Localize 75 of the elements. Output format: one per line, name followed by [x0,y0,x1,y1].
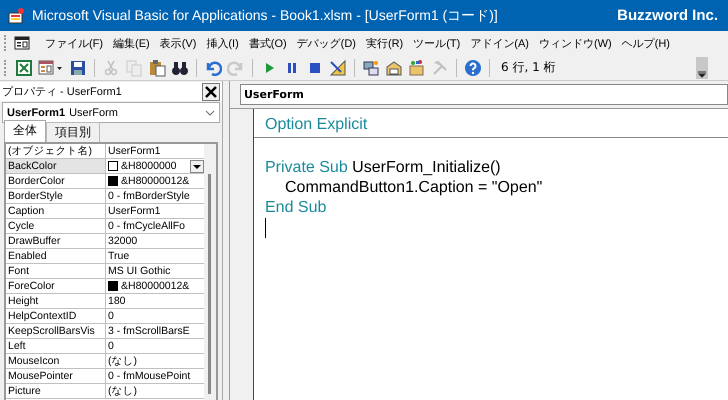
property-name[interactable]: MousePointer [6,369,106,383]
menu-item[interactable]: アドイン(A) [465,36,534,50]
property-value[interactable]: 0 - fmCycleAllFo [108,219,186,233]
excel-icon[interactable] [15,58,33,76]
property-value[interactable]: True [108,249,130,263]
tab[interactable]: 全体 [4,120,46,142]
grip-handle [4,35,8,51]
window-icon[interactable] [14,36,30,50]
property-value[interactable]: 0 - fmBorderStyle [108,189,190,203]
window-title: Microsoft Visual Basic for Applications - Book1.xlsm - [UserForm1 (コード)] [32,6,499,24]
property-value[interactable]: (なし) [108,354,137,368]
menu-item[interactable]: ファイル(F) [40,36,108,50]
property-name[interactable]: HelpContextID [6,309,106,323]
property-name[interactable]: Cycle [6,219,106,233]
dropdown-button[interactable] [190,160,204,172]
property-name[interactable]: Left [6,339,106,353]
property-value[interactable]: 32000 [108,234,138,248]
undo-icon[interactable] [204,58,222,76]
menu-item[interactable]: ヘルプ(H) [616,36,675,50]
property-value[interactable]: 0 - fmMousePoint [108,369,190,383]
property-name[interactable]: DrawBuffer [6,234,106,248]
brand-name: Buzzword Inc. [617,7,718,24]
property-name[interactable]: Font [6,264,106,278]
menu-item[interactable]: 表示(V) [154,36,202,50]
toolbar-options-icon[interactable] [696,56,708,78]
code-line: Private Sub UserForm_Initialize() [264,158,502,178]
code-line: CommandButton1.Caption = "Open" [284,178,544,198]
objects-icon[interactable] [408,58,426,76]
app-icon [8,6,26,24]
property-value[interactable]: &H80000012& [121,174,190,188]
property-name[interactable]: BackColor [6,159,106,173]
menu-item[interactable]: ウィンドウ(W) [534,36,617,50]
property-name[interactable]: (オブジェクト名) [6,144,106,158]
ruler-icon[interactable] [329,58,347,76]
property-value[interactable]: 0 [108,339,114,353]
code-line: End Sub [264,198,328,218]
property-name[interactable]: BorderStyle [6,189,106,203]
chevron-icon[interactable] [205,110,215,116]
menu-item[interactable]: 挿入(I) [201,36,244,50]
menu-item[interactable]: 編集(E) [108,36,155,50]
cursor-position: 6 行, 1 桁 [500,59,557,76]
code-line: Option Explicit [264,115,368,135]
form-icon[interactable] [38,58,64,76]
help-icon[interactable] [464,58,482,76]
property-name[interactable]: KeepScrollBarsVis [6,324,106,338]
clipboard-icon[interactable] [148,58,166,76]
property-value[interactable]: 0 [108,309,114,323]
tab[interactable]: 項目別 [46,122,100,142]
menu-item[interactable]: ツール(T) [408,36,466,50]
property-value[interactable]: 3 - fmScrollBarsE [108,324,190,338]
property-value[interactable]: MS UI Gothic [108,264,170,278]
property-name[interactable]: Enabled [6,249,106,263]
property-value[interactable]: &H8000000 [121,159,176,173]
object-dropdown[interactable]: UserForm1 UserForm [2,102,220,123]
property-value[interactable]: UserForm1 [108,144,161,158]
object-dropdown[interactable]: UserForm [240,84,728,105]
save-icon[interactable] [69,58,87,76]
property-value[interactable]: 180 [108,294,126,308]
menu-item[interactable]: 実行(R) [360,36,408,50]
property-value[interactable]: UserForm1 [108,204,161,218]
property-name[interactable]: MouseIcon [6,354,106,368]
property-name[interactable]: Picture [6,384,106,398]
property-value[interactable]: (なし) [108,384,137,398]
menu-item[interactable]: デバッグ(D) [292,36,361,50]
project-icon[interactable] [362,58,380,76]
panel-title: プロパティ - UserForm1 [2,84,122,99]
property-name[interactable]: Caption [6,204,106,218]
text-cursor [265,218,266,238]
property-name[interactable]: ForeColor [6,279,106,293]
grip-handle [4,60,8,76]
close-icon[interactable] [202,82,220,100]
property-name[interactable]: BorderColor [6,174,106,188]
property-name[interactable]: Height [6,294,106,308]
menu-item[interactable]: 書式(O) [244,36,292,50]
property-value[interactable]: &H80000012& [121,279,190,293]
